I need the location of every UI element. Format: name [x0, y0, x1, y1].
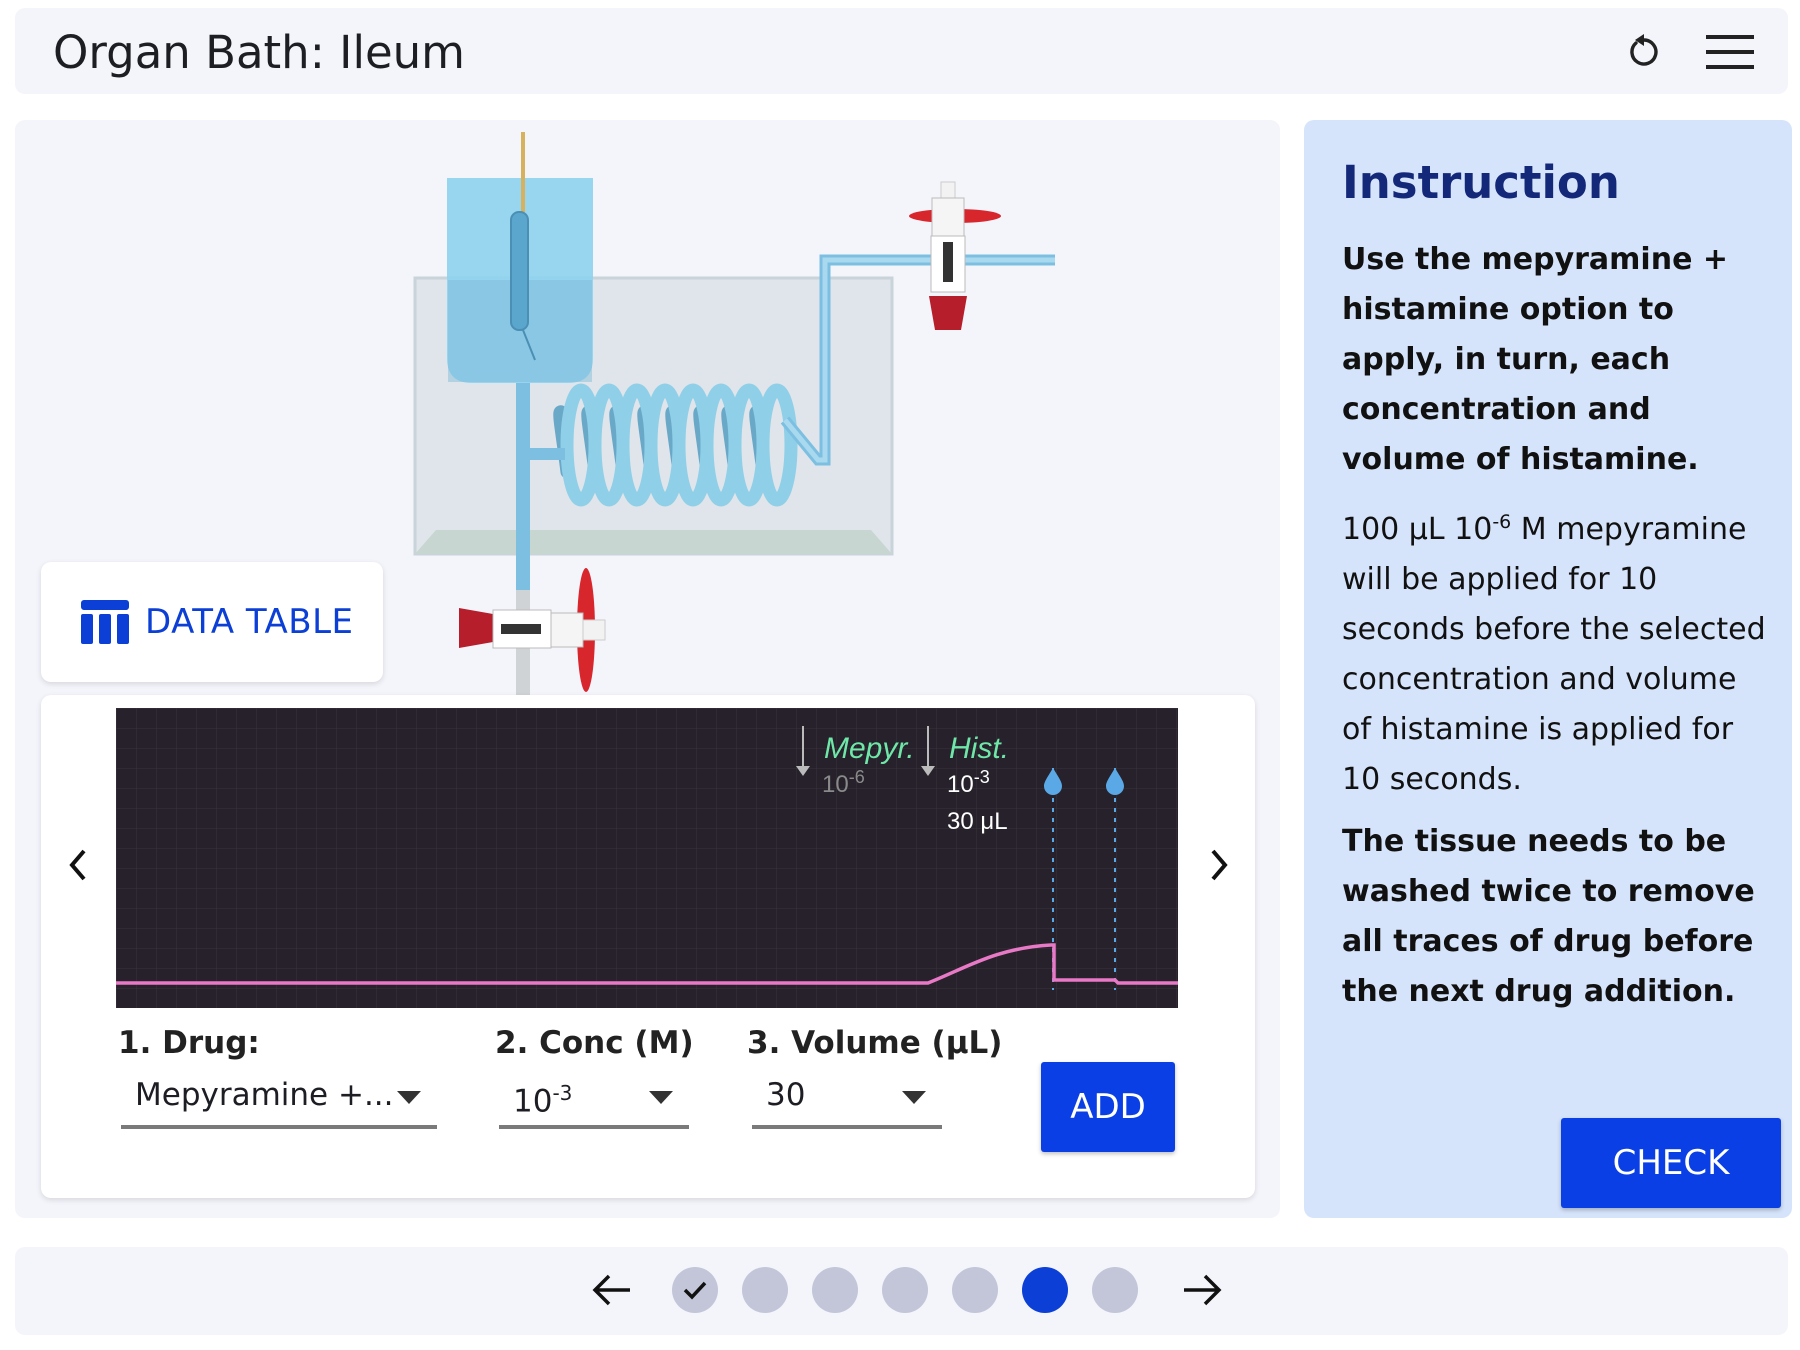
step-dot-4[interactable]: [882, 1267, 928, 1313]
instruction-paragraph-2: 100 μL 10-6 M mepyramine will be applied…: [1342, 511, 1766, 797]
trace-recording: Mepyr. 10-6 Hist. 10-3 30 μL: [116, 708, 1178, 1008]
arrow-right-icon: [1184, 1274, 1222, 1306]
conc-select[interactable]: 10-3: [499, 1075, 689, 1129]
conc-label: 2. Conc (M): [495, 1025, 694, 1061]
caret-down-icon: [397, 1091, 421, 1104]
step-dot-1[interactable]: [672, 1267, 718, 1313]
drain-tap: [459, 568, 606, 692]
mepyr-label: Mepyr.: [824, 732, 915, 765]
chevron-right-icon: [1211, 849, 1228, 881]
hist-volume: 30 μL: [947, 808, 1008, 835]
step-dot-5[interactable]: [952, 1267, 998, 1313]
instruction-paragraph-1: Use the mepyramine + histamine option to…: [1342, 242, 1729, 477]
page-title: Organ Bath: Ileum: [53, 26, 465, 79]
trace-next-button[interactable]: [1194, 835, 1244, 895]
step-dot-3[interactable]: [812, 1267, 858, 1313]
drug-value: Mepyramine +...: [135, 1077, 394, 1113]
volume-label: 3. Volume (μL): [747, 1025, 1003, 1061]
data-table-button[interactable]: DATA TABLE: [41, 562, 383, 682]
trace-card: Mepyr. 10-6 Hist. 10-3 30 μL 1. Drug: Me…: [41, 695, 1255, 1198]
table-icon: [81, 600, 129, 644]
instruction-text: Use the mepyramine + histamine option to…: [1342, 235, 1772, 1029]
volume-value: 30: [766, 1077, 806, 1113]
header-bar: Organ Bath: Ileum: [15, 8, 1788, 94]
step-dot-6-current[interactable]: [1022, 1267, 1068, 1313]
instruction-title: Instruction: [1342, 156, 1620, 209]
caret-down-icon: [649, 1091, 673, 1104]
conc-value: 10-3: [513, 1081, 573, 1120]
next-step-button[interactable]: [1177, 1265, 1227, 1315]
add-button[interactable]: ADD: [1041, 1062, 1175, 1152]
reset-button[interactable]: [1615, 23, 1673, 81]
menu-icon: [1706, 35, 1754, 69]
step-navigation: [15, 1247, 1788, 1335]
arrow-left-icon: [592, 1274, 630, 1306]
caret-down-icon: [902, 1091, 926, 1104]
check-icon: [683, 1281, 707, 1300]
volume-select[interactable]: 30: [752, 1075, 942, 1129]
step-dot-7[interactable]: [1092, 1267, 1138, 1313]
drug-label: 1. Drug:: [118, 1025, 260, 1061]
prev-step-button[interactable]: [587, 1265, 637, 1315]
simulation-panel: DATA TABLE Mepyr. 10-6 Hist. 10-3 30 μL …: [15, 120, 1280, 1218]
instruction-paragraph-3: The tissue needs to be washed twice to r…: [1342, 824, 1755, 1009]
drug-select[interactable]: Mepyramine +...: [121, 1075, 437, 1129]
ileum-tissue: [510, 211, 529, 331]
instruction-panel: Instruction Use the mepyramine + histami…: [1304, 120, 1792, 1218]
step-dot-2[interactable]: [742, 1267, 788, 1313]
bath-floor: [415, 530, 892, 554]
hist-label: Hist.: [949, 732, 1009, 765]
menu-button[interactable]: [1701, 23, 1759, 81]
data-table-label: DATA TABLE: [145, 602, 354, 642]
heating-coil: [553, 383, 798, 507]
check-button[interactable]: CHECK: [1561, 1118, 1781, 1208]
reset-icon: [1630, 34, 1658, 66]
trace-prev-button[interactable]: [53, 835, 103, 895]
chevron-left-icon: [69, 849, 86, 881]
